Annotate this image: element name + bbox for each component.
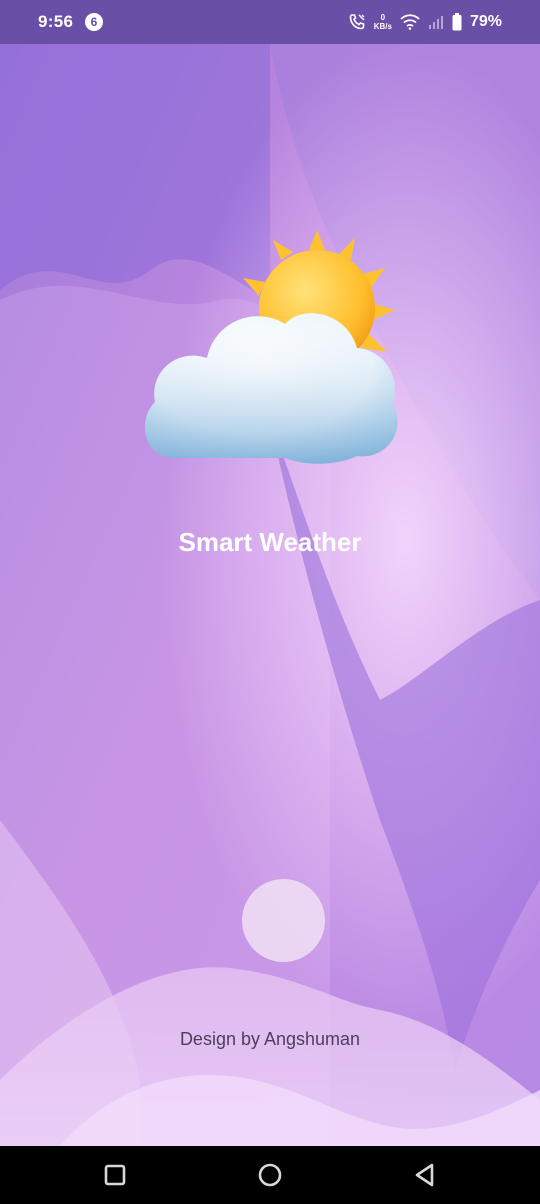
status-icons: 0 KB/s 79% [348, 10, 502, 34]
wifi-call-icon [349, 14, 365, 30]
navigation-bar [0, 1146, 540, 1204]
net-speed: 0 KB/s [374, 13, 392, 31]
battery-icon [452, 13, 462, 31]
design-credit: Design by Angshuman [179, 1029, 361, 1049]
battery-percent: 79% [469, 13, 502, 30]
app-title: Smart Weather [178, 527, 362, 557]
home-icon[interactable] [257, 1162, 283, 1188]
back-icon[interactable] [412, 1162, 438, 1188]
net-speed-unit: KB/s [373, 22, 392, 31]
signal-icon [428, 16, 443, 29]
sun-behind-cloud-icon [144, 230, 398, 464]
background-waves [0, 0, 540, 1204]
notification-count-badge: 6 [85, 13, 103, 31]
net-speed-value: 0 [380, 13, 386, 22]
loading-indicator [242, 879, 325, 962]
splash-screen: 9:56 6 0 KB/s 79% Smart Weather Design b… [0, 0, 540, 1204]
wifi-icon [400, 14, 420, 30]
recent-apps-icon[interactable] [102, 1162, 128, 1188]
status-bar: 9:56 6 0 KB/s 79% [0, 0, 540, 44]
status-time: 9:56 [38, 12, 74, 31]
